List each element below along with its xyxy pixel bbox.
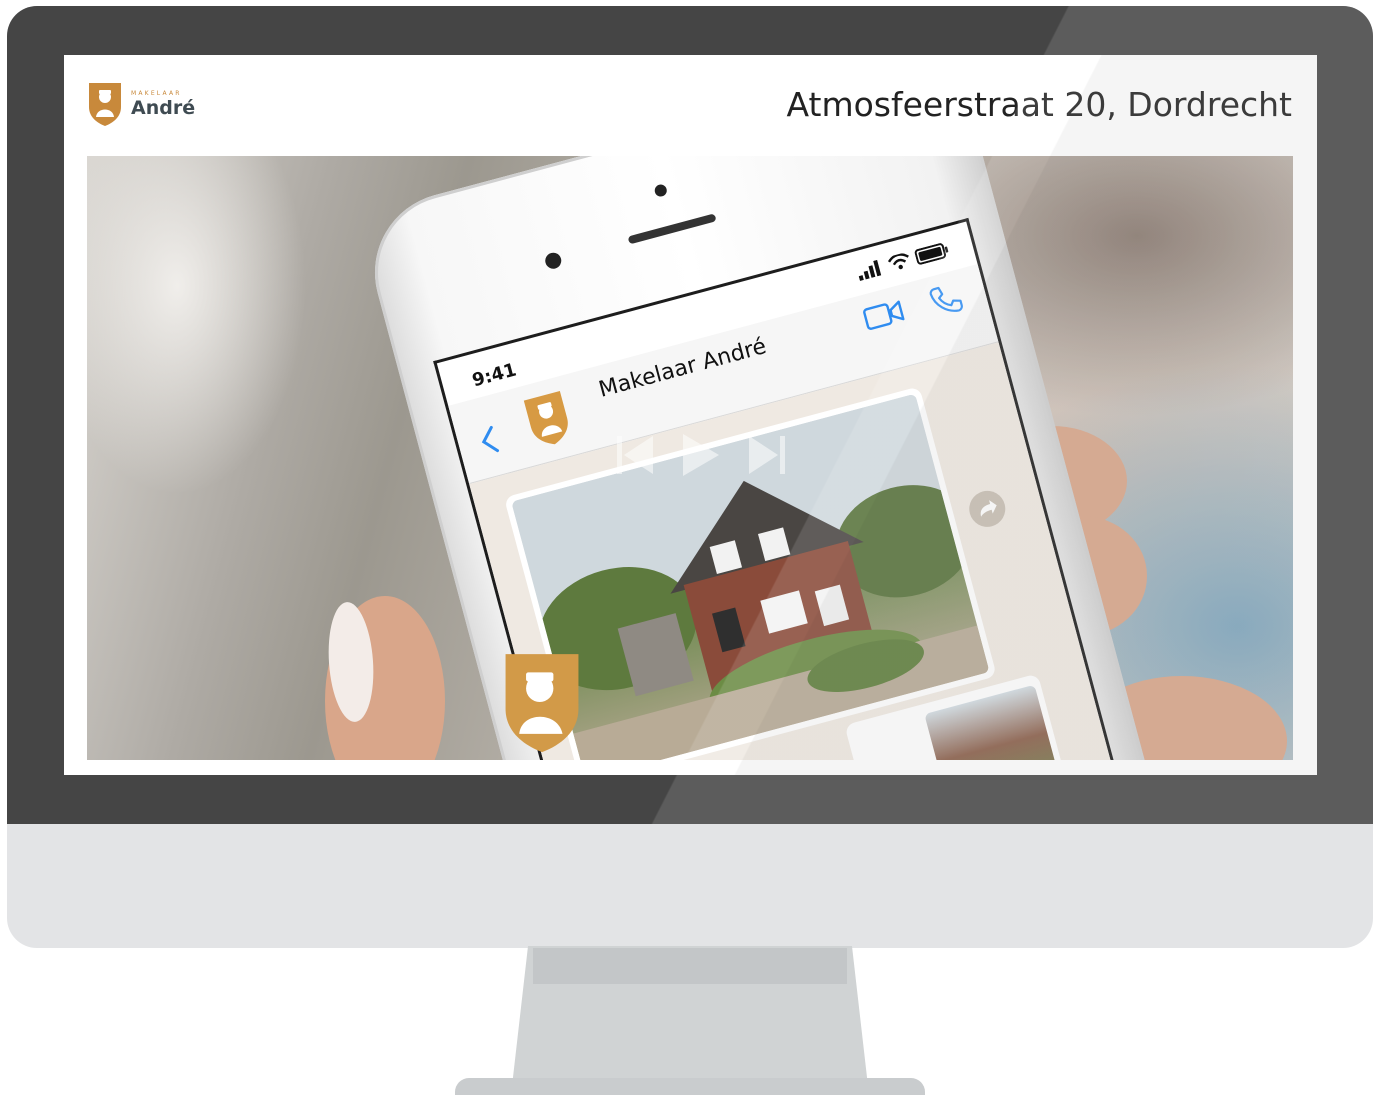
desktop-stage: MAKELAAR André Atmosfeerstraat 20, Dordr… xyxy=(0,0,1381,1095)
monitor-bezel: MAKELAAR André Atmosfeerstraat 20, Dordr… xyxy=(7,6,1373,824)
chevron-left-icon[interactable] xyxy=(477,425,500,456)
skip-back-icon[interactable] xyxy=(615,434,655,476)
avatar[interactable] xyxy=(521,388,576,451)
brand-logo[interactable]: MAKELAAR André xyxy=(87,81,195,127)
monitor-stand-base xyxy=(455,1078,925,1095)
video-controls xyxy=(615,432,787,478)
skip-forward-icon[interactable] xyxy=(747,434,787,476)
shield-logo-icon xyxy=(89,83,121,126)
phone-icon[interactable] xyxy=(926,280,965,319)
battery-icon xyxy=(914,243,949,265)
watermark-logo-icon xyxy=(505,654,579,753)
monitor: MAKELAAR André Atmosfeerstraat 20, Dordr… xyxy=(7,6,1373,948)
wifi-icon xyxy=(887,253,909,270)
share-forward-icon[interactable] xyxy=(965,486,1010,531)
video-player[interactable]: 9:41 Makelaar André xyxy=(87,156,1293,760)
brand-name: André xyxy=(131,96,196,119)
monitor-stand-shadow xyxy=(533,948,847,984)
status-time: 9:41 xyxy=(469,359,519,392)
house-photo-thumbnail xyxy=(924,684,1063,760)
monitor-screen: MAKELAAR André Atmosfeerstraat 20, Dordr… xyxy=(64,55,1317,775)
brand-small-text: MAKELAAR xyxy=(131,89,182,97)
page-title: Atmosfeerstraat 20, Dordrecht xyxy=(786,85,1292,124)
signal-icon xyxy=(858,259,882,282)
play-icon[interactable] xyxy=(681,432,721,478)
video-camera-icon[interactable] xyxy=(861,297,906,332)
chat-contact-name[interactable]: Makelaar André xyxy=(596,334,769,403)
